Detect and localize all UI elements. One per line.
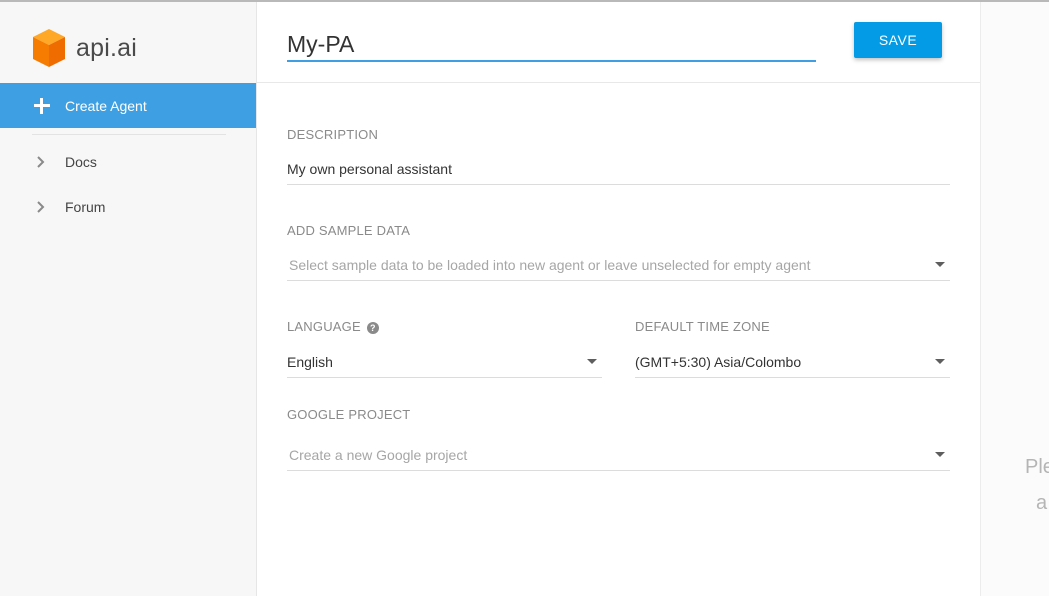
sidebar-item-docs[interactable]: Docs [0, 147, 256, 177]
language-label-text: LANGUAGE [287, 319, 361, 334]
language-value: English [287, 353, 333, 370]
timezone-value: (GMT+5:30) Asia/Colombo [635, 353, 802, 370]
sample-data-label: ADD SAMPLE DATA [287, 223, 411, 238]
google-project-select[interactable]: Create a new Google project [287, 439, 950, 471]
sample-data-select[interactable]: Select sample data to be loaded into new… [287, 249, 950, 281]
google-project-label: GOOGLE PROJECT [287, 407, 411, 422]
dropdown-arrow-icon [935, 262, 945, 267]
right-panel-text: Ple [1025, 456, 1049, 478]
plus-icon [34, 97, 50, 114]
sidebar-item-label: Forum [65, 199, 106, 215]
sidebar-divider [32, 134, 226, 135]
right-panel-text: a [1036, 492, 1048, 514]
help-icon[interactable]: ? [366, 322, 379, 334]
description-label: DESCRIPTION [287, 127, 379, 142]
agent-name-input[interactable] [287, 24, 816, 62]
description-field[interactable]: My own personal assistant [287, 153, 950, 185]
create-agent-label: Create Agent [65, 97, 147, 114]
sidebar-item-label: Docs [65, 154, 97, 170]
logo[interactable]: api.ai [32, 26, 137, 70]
create-agent-button[interactable]: Create Agent [0, 83, 256, 128]
language-select[interactable]: English [287, 346, 602, 378]
right-panel: Ple a [980, 2, 1049, 596]
save-button[interactable]: SAVE [854, 22, 942, 58]
dropdown-arrow-icon [935, 359, 945, 364]
agent-form: SAVE DESCRIPTION My own personal assista… [257, 2, 980, 596]
google-project-placeholder: Create a new Google project [289, 446, 468, 463]
logo-text: api.ai [76, 33, 137, 62]
chevron-right-icon [37, 156, 45, 168]
language-label: LANGUAGE? [287, 319, 379, 334]
sample-data-placeholder: Select sample data to be loaded into new… [289, 256, 811, 273]
dropdown-arrow-icon [587, 359, 597, 364]
agent-header: SAVE [257, 2, 980, 83]
logo-cube-icon [32, 27, 66, 69]
dropdown-arrow-icon [935, 452, 945, 457]
timezone-label: DEFAULT TIME ZONE [635, 319, 770, 334]
sidebar: api.ai Create Agent Docs Forum [0, 2, 257, 596]
chevron-right-icon [37, 201, 45, 213]
timezone-select[interactable]: (GMT+5:30) Asia/Colombo [635, 346, 950, 378]
description-value: My own personal assistant [287, 160, 452, 177]
sidebar-item-forum[interactable]: Forum [0, 192, 256, 222]
